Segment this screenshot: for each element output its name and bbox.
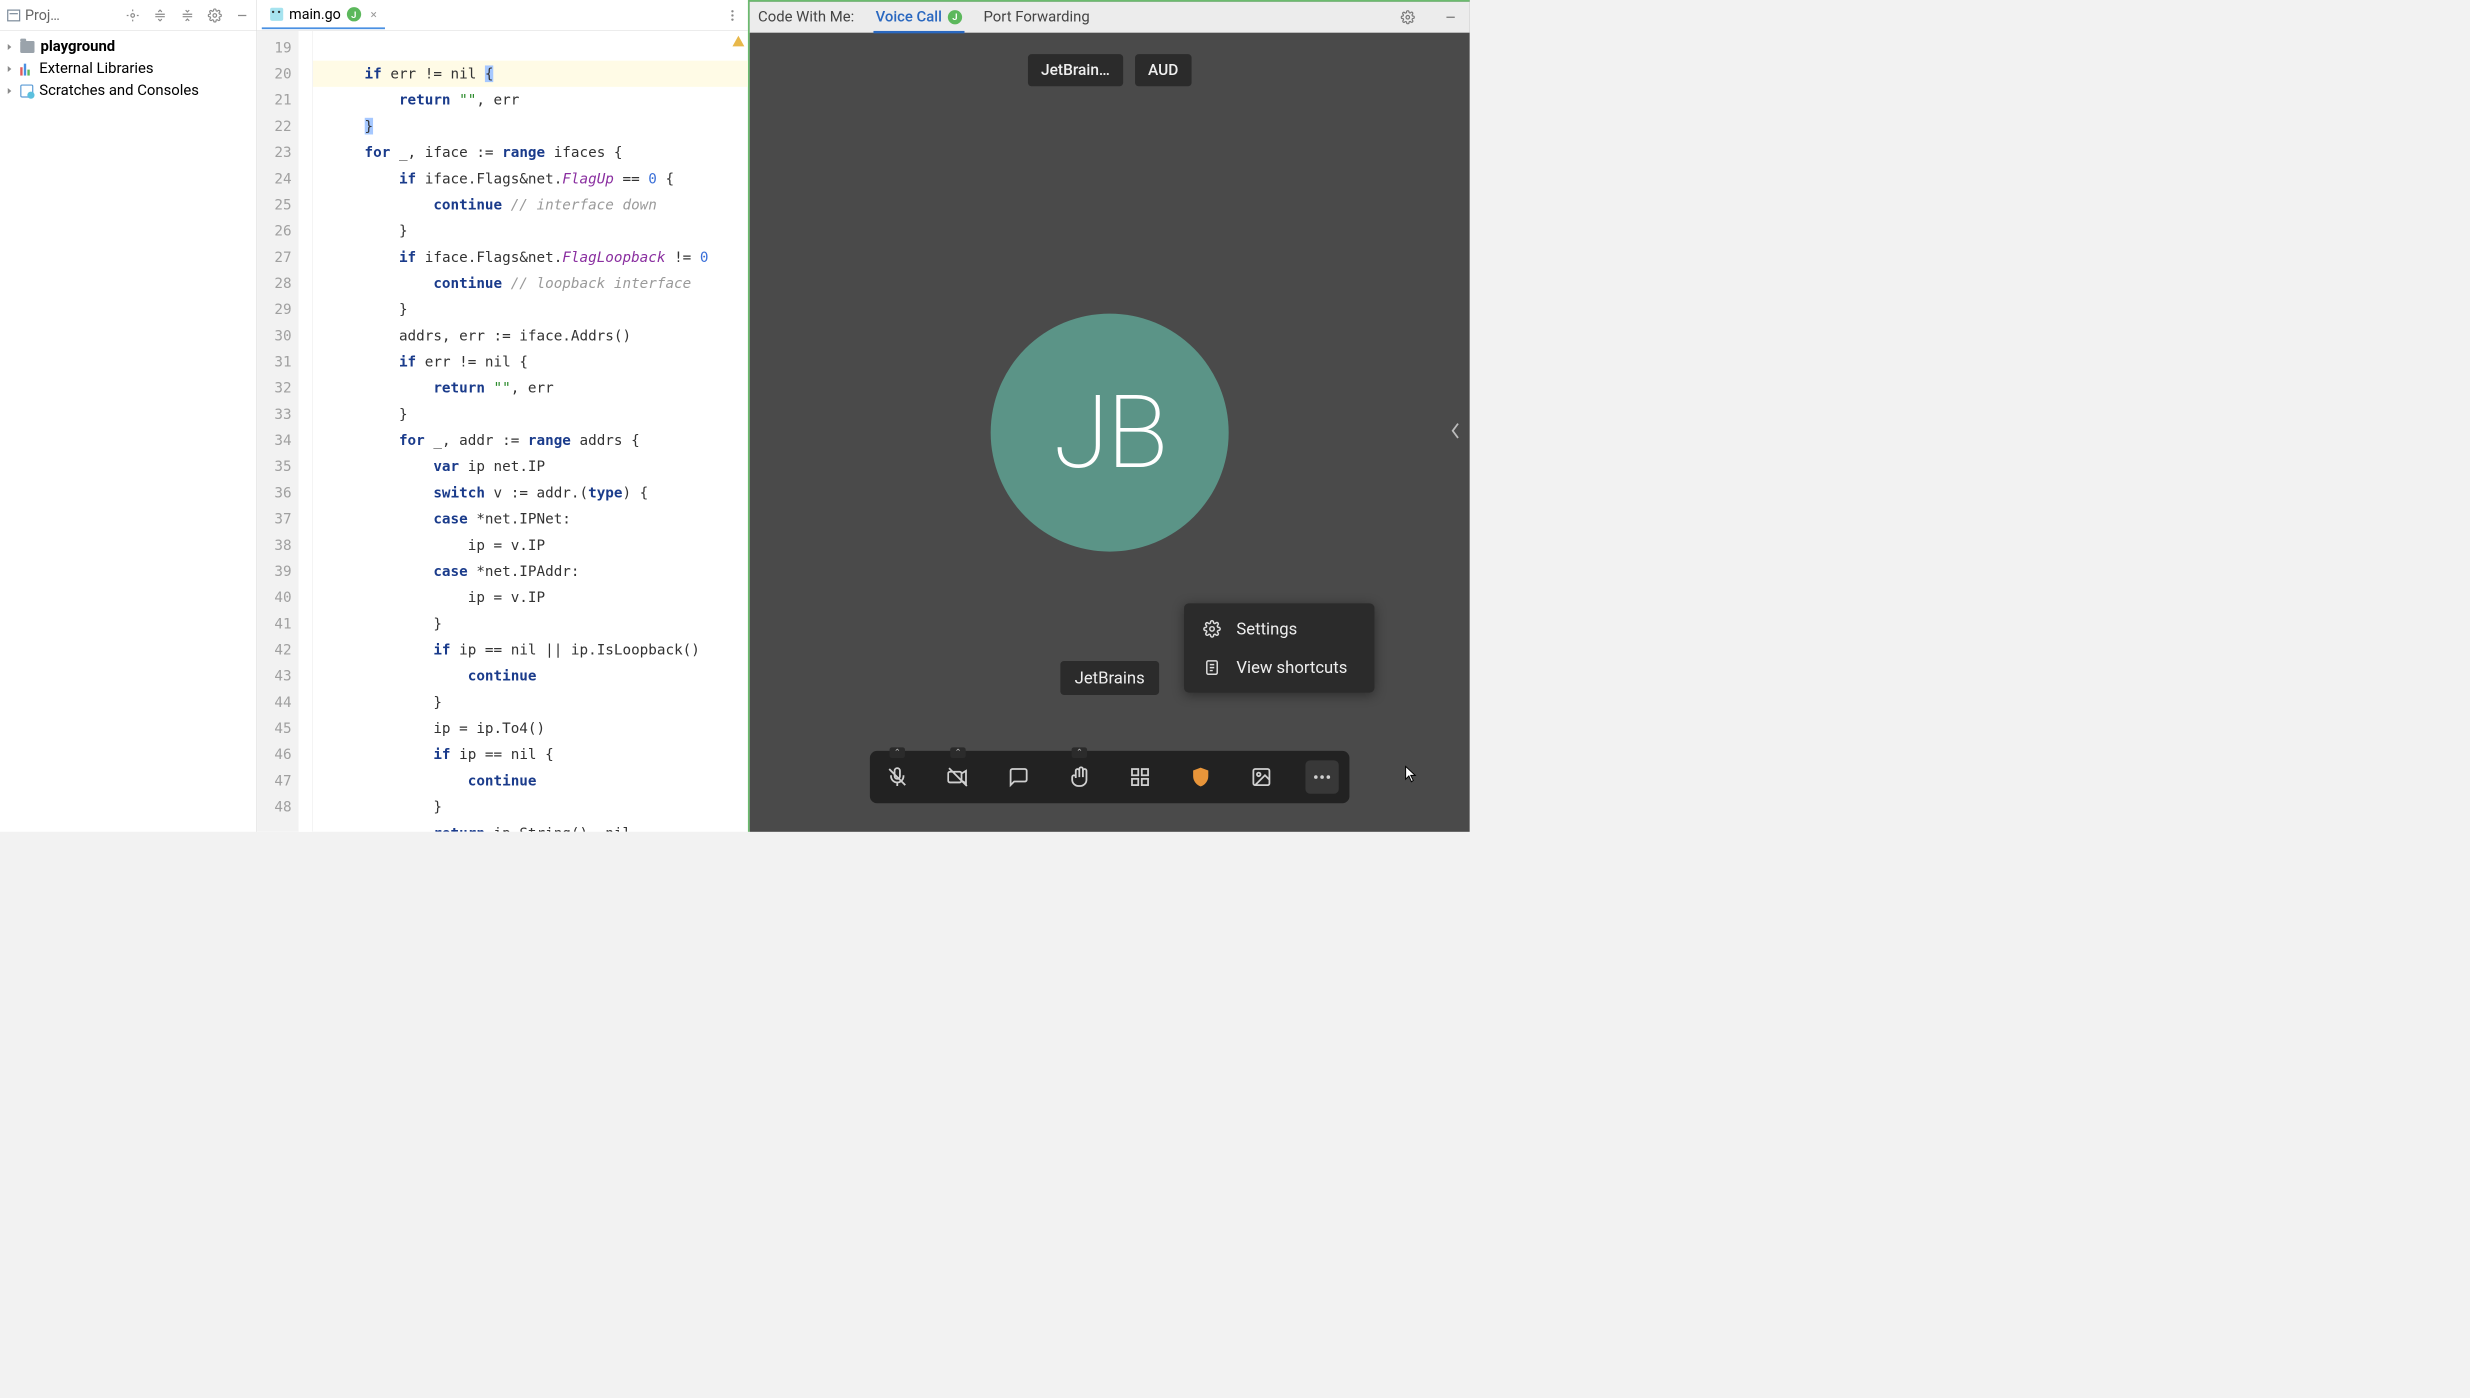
tree-node-label: External Libraries	[39, 60, 153, 77]
chip-jetbrain[interactable]: JetBrain…	[1028, 54, 1123, 86]
presence-badge: J	[347, 7, 361, 21]
project-toolbar: Proj…	[0, 0, 256, 31]
mic-off-icon	[887, 766, 908, 787]
editor-area[interactable]: 19 20 21 22 23 24 25 26 27 28 29 30 31 3…	[257, 31, 748, 832]
hand-icon	[1069, 766, 1090, 787]
shield-icon	[1190, 766, 1211, 787]
call-body: JetBrain… AUD JB JetBrains Settings View…	[750, 33, 1470, 832]
document-icon	[1203, 658, 1221, 676]
avatar: JB	[991, 313, 1229, 551]
tab-port-forwarding[interactable]: Port Forwarding	[984, 8, 1090, 25]
chevron-up-icon[interactable]: ⌃	[950, 747, 965, 758]
security-button[interactable]	[1184, 760, 1217, 793]
expand-all-icon[interactable]	[149, 4, 170, 25]
tree-node-label: playground	[40, 38, 115, 55]
raise-hand-button[interactable]: ⌃	[1063, 760, 1096, 793]
chevron-right-icon	[5, 64, 15, 74]
tree-node-scratches[interactable]: Scratches and Consoles	[0, 80, 256, 102]
menu-settings[interactable]: Settings	[1184, 609, 1374, 648]
minimize-icon[interactable]	[231, 4, 252, 25]
tab-close-icon[interactable]: ×	[370, 7, 376, 21]
warning-icon[interactable]	[732, 36, 744, 47]
call-toolbar: ⌃ ⌃ ⌃	[870, 751, 1350, 803]
presence-badge: J	[948, 10, 962, 24]
more-button[interactable]	[1305, 760, 1338, 793]
cwm-tabbar: Code With Me: Voice Call J Port Forwardi…	[750, 2, 1470, 33]
camera-off-icon	[947, 766, 968, 787]
locate-icon[interactable]	[122, 4, 143, 25]
library-icon	[20, 62, 33, 75]
chip-aud[interactable]: AUD	[1135, 54, 1192, 86]
participant-name: JetBrains	[1060, 661, 1159, 695]
settings-icon[interactable]	[1397, 6, 1418, 27]
avatar-initials: JB	[1054, 373, 1166, 492]
tree-node-label: Scratches and Consoles	[39, 82, 199, 99]
project-tree: playground External Libraries Scratches …	[0, 31, 256, 107]
go-file-icon	[270, 8, 283, 21]
layout-button[interactable]	[1123, 760, 1156, 793]
cwm-label: Code With Me:	[758, 8, 854, 25]
tree-node-playground[interactable]: playground	[0, 36, 256, 58]
gear-icon	[1203, 620, 1221, 638]
more-icon	[1311, 766, 1332, 787]
share-screen-button[interactable]	[1245, 760, 1278, 793]
grid-icon	[1129, 766, 1150, 787]
more-menu-popup: Settings View shortcuts	[1184, 603, 1374, 692]
project-selector[interactable]: Proj…	[4, 4, 64, 25]
chevron-up-icon[interactable]: ⌃	[890, 747, 905, 758]
line-gutter: 19 20 21 22 23 24 25 26 27 28 29 30 31 3…	[257, 31, 299, 832]
chevron-right-icon	[5, 42, 15, 52]
scratch-icon	[20, 84, 33, 97]
participant-chips: JetBrain… AUD	[1028, 54, 1191, 86]
code-with-me-panel: Code With Me: Voice Call J Port Forwardi…	[750, 0, 1470, 832]
collapse-arrow-icon[interactable]	[1449, 422, 1461, 443]
project-tool-window: Proj… playground	[0, 0, 257, 832]
fold-column[interactable]	[299, 31, 313, 832]
chevron-right-icon	[5, 86, 15, 96]
mic-button[interactable]: ⌃	[881, 760, 914, 793]
chat-icon	[1008, 766, 1029, 787]
settings-icon[interactable]	[204, 4, 225, 25]
image-icon	[1251, 766, 1272, 787]
menu-label: View shortcuts	[1236, 657, 1347, 677]
menu-label: Settings	[1236, 619, 1297, 639]
minimize-icon[interactable]	[1440, 6, 1461, 27]
tree-node-external-libraries[interactable]: External Libraries	[0, 58, 256, 80]
tab-voice-call[interactable]: Voice Call J	[876, 8, 962, 25]
collapse-all-icon[interactable]	[177, 4, 198, 25]
window-icon	[7, 9, 20, 21]
editor-tab-main-go[interactable]: main.go J ×	[262, 1, 385, 29]
code-content[interactable]: if err != nil { return "", err } for _, …	[313, 31, 748, 832]
chevron-up-icon[interactable]: ⌃	[1072, 747, 1087, 758]
mouse-cursor	[1404, 765, 1417, 783]
chat-button[interactable]	[1002, 760, 1035, 793]
project-selector-label: Proj…	[25, 7, 60, 24]
tab-overflow-icon[interactable]	[722, 4, 743, 25]
menu-view-shortcuts[interactable]: View shortcuts	[1184, 648, 1374, 687]
folder-icon	[20, 41, 34, 53]
camera-button[interactable]: ⌃	[941, 760, 974, 793]
editor: main.go J × 19 20 21 22 23 24 25 26 27 2…	[257, 0, 750, 832]
tab-label: main.go	[289, 6, 341, 23]
editor-tabs: main.go J ×	[257, 0, 748, 31]
